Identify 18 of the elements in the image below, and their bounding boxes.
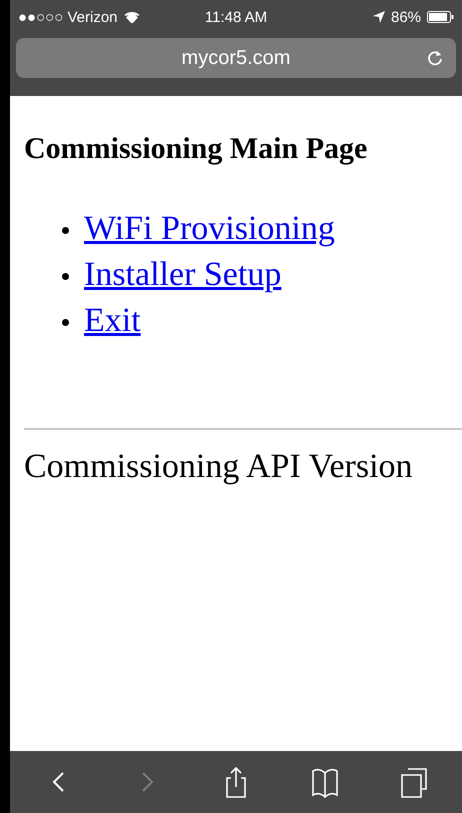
bullet-icon: [62, 319, 69, 326]
page-link[interactable]: WiFi Provisioning: [84, 210, 335, 247]
bullet-icon: [62, 273, 69, 280]
battery-icon: [427, 11, 454, 23]
page-link[interactable]: Exit: [84, 302, 141, 339]
tabs-icon: [400, 766, 427, 798]
api-version-text: Commissioning API Version: [24, 448, 413, 486]
clock-time: 11:48 AM: [204, 8, 268, 26]
wifi-icon: [124, 11, 140, 23]
carrier-name: ●●○○○ Verizon: [18, 8, 118, 26]
bullet-icon: [62, 227, 69, 234]
reload-icon[interactable]: [426, 49, 444, 67]
page-heading: Commissioning Main Page: [24, 132, 368, 166]
address-bar[interactable]: mycor5.com: [16, 38, 456, 78]
book-icon: [312, 766, 338, 798]
battery-percent: 86%: [390, 8, 422, 26]
location-arrow-icon: [372, 11, 385, 23]
page-link[interactable]: Installer Setup: [84, 256, 282, 293]
